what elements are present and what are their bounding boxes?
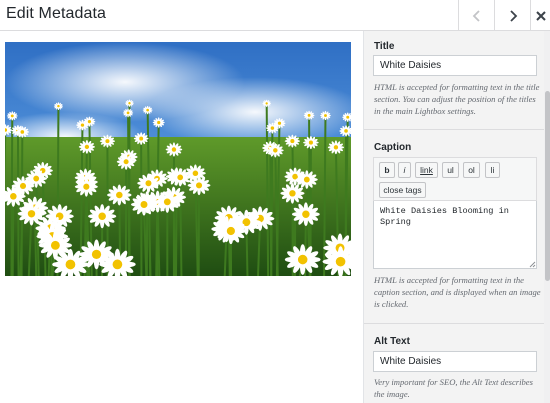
bold-button[interactable]: b [379,162,395,178]
divider [364,129,545,130]
scrollbar-thumb[interactable] [545,91,550,281]
sidebar-scrollbar[interactable] [544,31,550,403]
close-tags-button[interactable]: close tags [379,182,426,198]
alt-text-label: Alt Text [374,336,410,347]
next-button[interactable] [494,0,530,31]
link-button[interactable]: link [415,162,438,178]
caption-help-text: HTML is accepted for formatting text in … [374,275,541,309]
image-preview-pane [0,31,363,403]
daisy-field-photo [5,42,351,276]
previous-button[interactable] [458,0,494,31]
title-help-text: HTML is accepted for formatting text in … [374,82,540,116]
title-input[interactable] [373,55,537,76]
modal-header: Edit Metadata [0,0,550,31]
title-label: Title [374,41,395,52]
close-icon [535,10,546,21]
italic-button[interactable]: i [398,162,411,178]
list-item-button[interactable]: li [485,162,500,178]
alt-text-input[interactable] [373,351,537,372]
ordered-list-button[interactable]: ol [463,162,480,178]
attachment-image [5,42,351,276]
modal-title: Edit Metadata [6,5,107,22]
chevron-left-icon [472,9,480,22]
chevron-right-icon [509,9,517,22]
caption-textarea[interactable] [373,201,537,269]
caption-label: Caption [374,142,412,153]
close-button[interactable] [530,0,550,31]
alt-text-help: Very important for SEO, the Alt Text des… [374,377,533,399]
resize-handle-icon[interactable] [528,260,536,268]
divider [364,323,545,324]
metadata-sidebar: Title HTML is accepted for formatting te… [363,31,550,403]
caption-toolbar: b i link ul ol li close tags [373,157,537,201]
unordered-list-button[interactable]: ul [442,162,459,178]
